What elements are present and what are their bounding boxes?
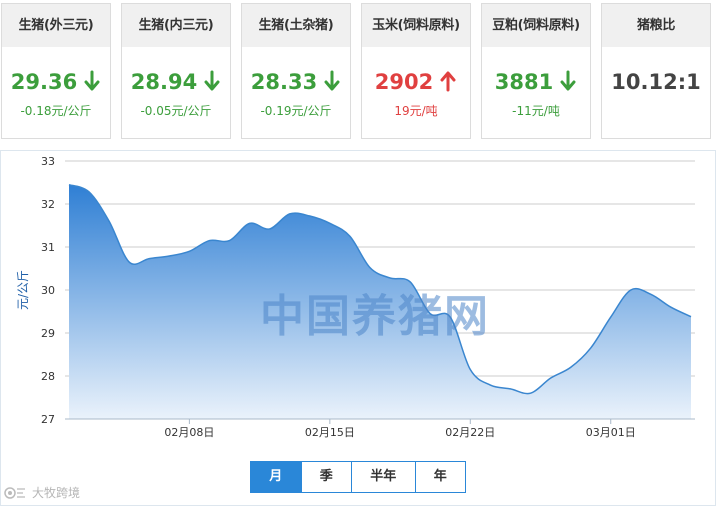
card-price: 10.12:1 — [602, 69, 710, 95]
data-point-02-04 — [108, 220, 110, 222]
data-point-02-12 — [268, 228, 270, 230]
price-trend-chart: 27282930313233 02月08日 02月15日 02月22日 03月01日 … — [16, 155, 695, 439]
data-point-02-14 — [309, 215, 311, 217]
range-selector: 月 季 半年 年 — [250, 461, 466, 493]
y-axis-label: 元/公斤 — [16, 270, 30, 310]
data-point-02-10 — [228, 239, 230, 241]
card-price: 28.33 — [242, 69, 350, 95]
data-point-02-23 — [489, 384, 491, 386]
y-axis-ticks: 27 28 29 30 31 32 33 — [41, 155, 55, 426]
card-change: -0.05元/公斤 — [140, 104, 212, 118]
data-point-02-24 — [509, 388, 511, 390]
card-title: 玉米(饲料原料) — [362, 4, 470, 47]
card-change: -0.18元/公斤 — [20, 104, 92, 118]
price-cards: 生猪(外三元) 29.36 -0.18元/公斤 生猪(内三元) 28.94 -0… — [0, 0, 719, 140]
y-tick-label: 33 — [41, 155, 55, 168]
watermark-text: 中国养猪网 — [260, 291, 490, 342]
data-point-02-18 — [389, 277, 391, 279]
arrow-down-icon — [84, 70, 100, 91]
range-tab-half-year[interactable]: 半年 — [351, 462, 415, 492]
price-card-hog-grain-ratio[interactable]: 猪粮比 10.12:1 — [601, 3, 711, 139]
x-tick-label: 02月08日 — [164, 426, 214, 439]
card-price: 2902 — [362, 69, 470, 95]
price-card-corn[interactable]: 玉米(饲料原料) 2902 19元/吨 — [361, 3, 471, 139]
y-tick-label: 28 — [41, 370, 55, 383]
data-point-02-16 — [349, 235, 351, 237]
card-title: 生猪(外三元) — [2, 4, 110, 47]
x-tick-label: 03月01日 — [586, 426, 636, 439]
y-tick-label: 30 — [41, 284, 55, 297]
y-tick-label: 31 — [41, 241, 55, 254]
data-point-03-01 — [610, 316, 612, 318]
card-change: -11元/吨 — [512, 104, 560, 118]
x-axis-ticks: 02月08日 02月15日 02月22日 03月01日 — [164, 419, 636, 439]
data-point-03-05 — [690, 315, 692, 317]
data-point-02-15 — [329, 222, 331, 224]
range-tab-year[interactable]: 年 — [414, 462, 466, 492]
card-price-value: 2902 — [374, 70, 434, 94]
data-point-02-17 — [369, 266, 371, 268]
x-tick-label: 02月22日 — [445, 426, 495, 439]
data-point-03-03 — [650, 293, 652, 295]
price-card-hog-inner[interactable]: 生猪(内三元) 28.94 -0.05元/公斤 — [121, 3, 231, 139]
card-change: -0.19元/公斤 — [260, 104, 332, 118]
data-point-03-02 — [630, 289, 632, 291]
data-point-02-13 — [289, 213, 291, 215]
card-price: 29.36 — [2, 69, 110, 95]
card-title: 猪粮比 — [602, 4, 710, 47]
footer-credit: 大牧跨境 — [4, 484, 80, 501]
card-change — [602, 103, 710, 119]
data-point-02-22 — [469, 368, 471, 370]
data-point-03-04 — [670, 306, 672, 308]
arrow-down-icon — [560, 70, 576, 91]
y-tick-label: 32 — [41, 198, 55, 211]
card-title: 生猪(土杂猪) — [242, 4, 350, 47]
card-price-value: 28.33 — [250, 70, 318, 94]
data-point-02-08 — [188, 250, 190, 252]
card-price-value: 10.12:1 — [611, 70, 701, 94]
card-title: 豆粕(饲料原料) — [482, 4, 590, 47]
data-point-02-03 — [88, 191, 90, 193]
card-price: 28.94 — [122, 69, 230, 95]
data-point-02-02 — [68, 183, 70, 185]
card-price-value: 29.36 — [10, 70, 78, 94]
arrow-down-icon — [204, 70, 220, 91]
y-tick-label: 29 — [41, 327, 55, 340]
price-card-hog-local[interactable]: 生猪(土杂猪) 28.33 -0.19元/公斤 — [241, 3, 351, 139]
data-point-02-25 — [529, 392, 531, 394]
data-point-02-09 — [208, 239, 210, 241]
card-change: 19元/吨 — [394, 104, 438, 118]
card-price-value: 3881 — [494, 70, 554, 94]
footer-credit-text: 大牧跨境 — [32, 486, 81, 500]
data-point-02-19 — [409, 281, 411, 283]
data-point-02-11 — [248, 222, 250, 224]
arrow-down-icon — [324, 70, 340, 91]
data-point-02-27 — [569, 366, 571, 368]
range-tab-month[interactable]: 月 — [251, 462, 301, 492]
card-title: 生猪(内三元) — [122, 4, 230, 47]
data-point-02-28 — [589, 347, 591, 349]
arrow-up-icon — [440, 71, 456, 92]
y-tick-label: 27 — [41, 413, 55, 426]
card-price-value: 28.94 — [130, 70, 198, 94]
price-card-hog-outer[interactable]: 生猪(外三元) 29.36 -0.18元/公斤 — [1, 3, 111, 139]
data-point-02-26 — [549, 377, 551, 379]
price-card-soymeal[interactable]: 豆粕(饲料原料) 3881 -11元/吨 — [481, 3, 591, 139]
data-point-02-06 — [148, 257, 150, 259]
card-price: 3881 — [482, 69, 590, 95]
price-chart-panel: 27 28 29 30 31 32 33 02月08日 02月15日 02月22日 03月01日 … — [0, 150, 716, 506]
data-point-02-07 — [168, 255, 170, 257]
data-point-02-05 — [128, 261, 130, 263]
x-tick-label: 02月15日 — [305, 426, 355, 439]
range-tab-quarter[interactable]: 季 — [300, 462, 352, 492]
camera-logo-icon — [4, 486, 25, 499]
